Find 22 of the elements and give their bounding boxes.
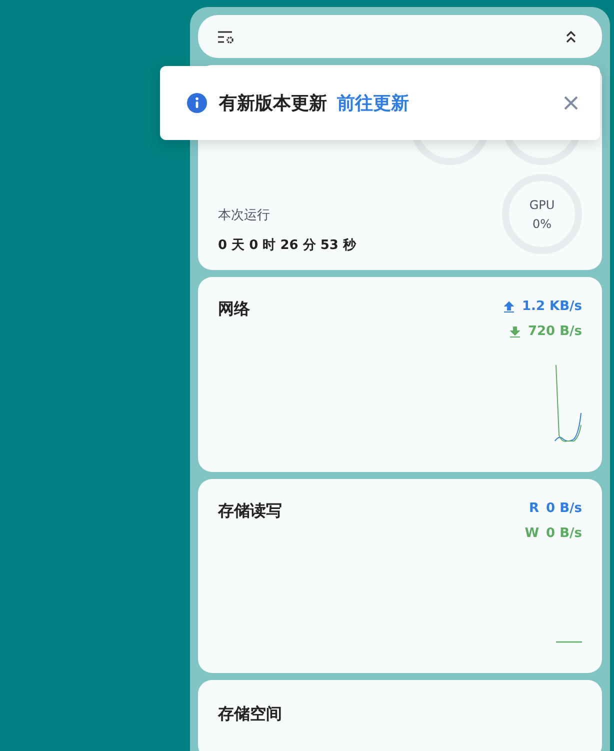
collapse-icon[interactable]	[565, 30, 577, 44]
uptime-value: 0 天 0 时 26 分 53 秒	[218, 237, 356, 254]
card-title: 存储空间	[218, 704, 282, 724]
upload-icon	[502, 300, 515, 313]
uptime-label: 本次运行	[218, 207, 271, 224]
download-rate: 720 B/s	[528, 324, 582, 340]
settings-list-icon[interactable]	[217, 28, 235, 44]
gauge-value: 0%	[532, 216, 552, 231]
upload-rate: 1.2 KB/s	[522, 299, 582, 314]
card-title: 存储读写	[218, 500, 282, 522]
notification-message: 有新版本更新	[219, 92, 327, 115]
write-rate: 0 B/s	[546, 526, 582, 541]
download-icon	[508, 326, 521, 338]
info-icon	[187, 93, 207, 113]
read-rate: 0 B/s	[546, 500, 582, 516]
read-label: R	[529, 500, 540, 516]
storage-graph	[556, 640, 582, 643]
card-title: 网络	[218, 299, 250, 320]
gauge-label: GPU	[529, 198, 555, 212]
update-link[interactable]: 前往更新	[337, 91, 409, 115]
write-label: W	[524, 526, 540, 541]
close-icon[interactable]	[564, 96, 578, 110]
